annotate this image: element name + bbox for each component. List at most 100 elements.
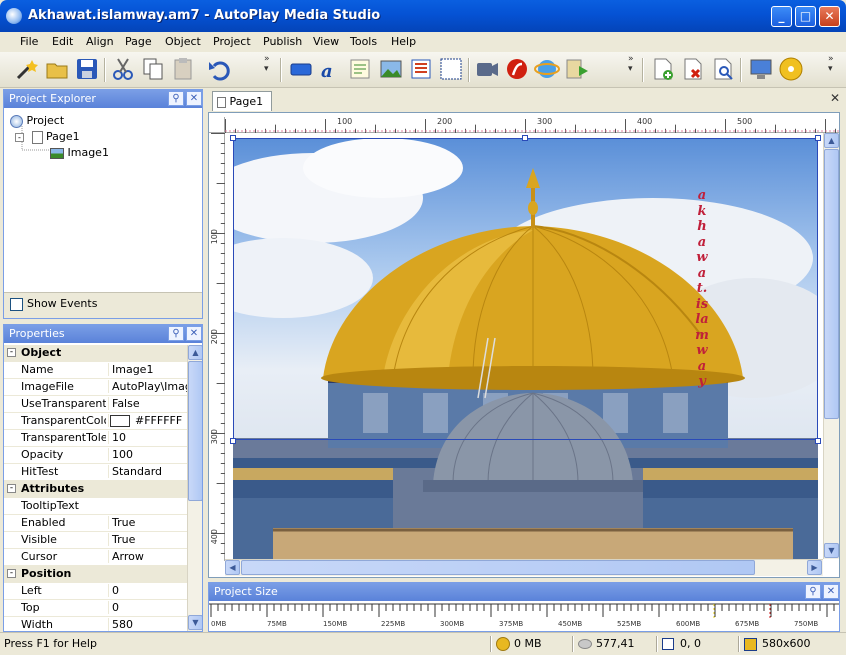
status-page-size: 580x600 [762, 637, 811, 650]
toolbar-overflow-icon[interactable]: » ▾ [264, 54, 270, 74]
dome-photo [233, 138, 818, 559]
button-object-icon[interactable] [288, 56, 314, 82]
property-row[interactable]: TooltipText [4, 498, 189, 515]
image1-object[interactable]: akhawat.islamway [233, 138, 818, 559]
minimize-button[interactable]: _ [771, 6, 792, 27]
property-row[interactable]: Name Image1 [4, 362, 189, 379]
title-bar[interactable]: Akhawat.islamway.am7 - AutoPlay Media St… [0, 0, 846, 32]
menu-bar: File Edit Align Page Object Project Publ… [0, 32, 846, 52]
menu-edit[interactable]: Edit [52, 35, 73, 48]
show-events-checkbox[interactable]: Show Events [4, 292, 202, 318]
publish-cd-icon[interactable] [778, 56, 804, 82]
editor-horizontal-scrollbar[interactable]: ◀ ▶ [225, 559, 823, 576]
property-group-object[interactable]: - Object [4, 345, 189, 362]
input-object-icon[interactable] [438, 56, 464, 82]
mouse-icon [578, 639, 592, 649]
property-row[interactable]: Cursor Arrow [4, 549, 189, 566]
tab-close-icon[interactable]: ✕ [830, 91, 842, 105]
close-button[interactable]: ✕ [819, 6, 840, 27]
cut-icon[interactable] [110, 56, 136, 82]
scroll-thumb[interactable] [824, 149, 839, 419]
save-icon[interactable] [74, 56, 100, 82]
scroll-down-icon[interactable]: ▼ [188, 615, 202, 630]
label-object-icon[interactable]: a [318, 56, 344, 82]
status-project-size: 0 MB [514, 637, 542, 650]
pin-icon[interactable]: ⚲ [168, 326, 184, 341]
collapse-icon[interactable]: - [7, 484, 16, 493]
property-row[interactable]: TransparentToler 10 [4, 430, 189, 447]
property-row[interactable]: Opacity 100 [4, 447, 189, 464]
property-row[interactable]: Top 0 [4, 600, 189, 617]
new-page-icon[interactable] [650, 56, 676, 82]
position-icon [662, 638, 674, 650]
toolbar-overflow-icon[interactable]: » ▾ [828, 54, 834, 74]
resize-handle[interactable] [815, 135, 821, 141]
delete-page-icon[interactable] [680, 56, 706, 82]
scroll-left-icon[interactable]: ◀ [225, 560, 240, 575]
flash-object-icon[interactable] [504, 56, 530, 82]
property-row[interactable]: Enabled True [4, 515, 189, 532]
property-row[interactable]: Width 580 [4, 617, 189, 631]
toolbar-overflow-icon[interactable]: » ▾ [628, 54, 634, 74]
tab-page1[interactable]: Page1 [212, 91, 272, 111]
menu-view[interactable]: View [313, 35, 339, 48]
scroll-thumb[interactable] [241, 560, 755, 575]
page-properties-icon[interactable] [710, 56, 736, 82]
resize-handle[interactable] [230, 438, 236, 444]
panel-close-icon[interactable]: ✕ [823, 584, 839, 599]
scroll-thumb[interactable] [188, 361, 202, 501]
menu-tools[interactable]: Tools [350, 35, 377, 48]
paragraph-object-icon[interactable] [348, 56, 374, 82]
collapse-icon[interactable]: - [7, 348, 16, 357]
web-object-icon[interactable] [534, 56, 560, 82]
property-group-position[interactable]: - Position [4, 566, 189, 583]
scroll-right-icon[interactable]: ▶ [807, 560, 822, 575]
resize-handle[interactable] [815, 438, 821, 444]
status-help-text: Press F1 for Help [4, 637, 97, 650]
listbox-object-icon[interactable] [408, 56, 434, 82]
scroll-up-icon[interactable]: ▲ [188, 345, 202, 360]
scroll-up-icon[interactable]: ▲ [824, 133, 839, 148]
page-editor: 100 200 300 400 500 100 200 300 400 akha… [208, 112, 840, 578]
property-row[interactable]: UseTransparentC False [4, 396, 189, 413]
property-row[interactable]: ImageFileAutoPlay\Image [4, 379, 189, 396]
resize-handle[interactable] [522, 135, 528, 141]
color-swatch[interactable] [110, 415, 130, 427]
property-row[interactable]: TransparentColor #FFFFFF [4, 413, 189, 430]
menu-object[interactable]: Object [165, 35, 201, 48]
image-object-icon[interactable] [378, 56, 404, 82]
panel-close-icon[interactable]: ✕ [186, 326, 202, 341]
project-size-panel: Project Size ⚲ ✕ 0MB 75MB 150MB 225MB 30… [208, 582, 840, 632]
video-object-icon[interactable] [474, 56, 500, 82]
properties-scrollbar[interactable]: ▲ ▼ [187, 345, 202, 631]
menu-page[interactable]: Page [125, 35, 152, 48]
scroll-down-icon[interactable]: ▼ [824, 543, 839, 558]
checkbox[interactable] [10, 297, 23, 311]
menu-help[interactable]: Help [391, 35, 416, 48]
undo-icon[interactable] [206, 56, 232, 82]
pin-icon[interactable]: ⚲ [168, 91, 184, 106]
page-icon [217, 96, 226, 108]
paste-icon[interactable] [170, 56, 196, 82]
pin-icon[interactable]: ⚲ [805, 584, 821, 599]
resize-handle[interactable] [230, 135, 236, 141]
plugin-object-icon[interactable] [564, 56, 590, 82]
menu-file[interactable]: File [20, 35, 38, 48]
menu-project[interactable]: Project [213, 35, 251, 48]
copy-icon[interactable] [140, 56, 166, 82]
editor-vertical-scrollbar[interactable]: ▲ ▼ [823, 133, 839, 559]
collapse-icon[interactable]: - [7, 569, 16, 578]
property-row[interactable]: Visible True [4, 532, 189, 549]
status-cursor-position: 577,41 [596, 637, 635, 650]
preview-icon[interactable] [748, 56, 774, 82]
menu-publish[interactable]: Publish [263, 35, 302, 48]
wizard-icon[interactable] [14, 56, 40, 82]
menu-align[interactable]: Align [86, 35, 114, 48]
panel-close-icon[interactable]: ✕ [186, 91, 202, 106]
property-row[interactable]: HitTest Standard [4, 464, 189, 481]
app-icon[interactable] [6, 8, 22, 24]
open-folder-icon[interactable] [44, 56, 70, 82]
maximize-button[interactable]: □ [795, 6, 816, 27]
property-group-attributes[interactable]: - Attributes [4, 481, 189, 498]
property-row[interactable]: Left 0 [4, 583, 189, 600]
